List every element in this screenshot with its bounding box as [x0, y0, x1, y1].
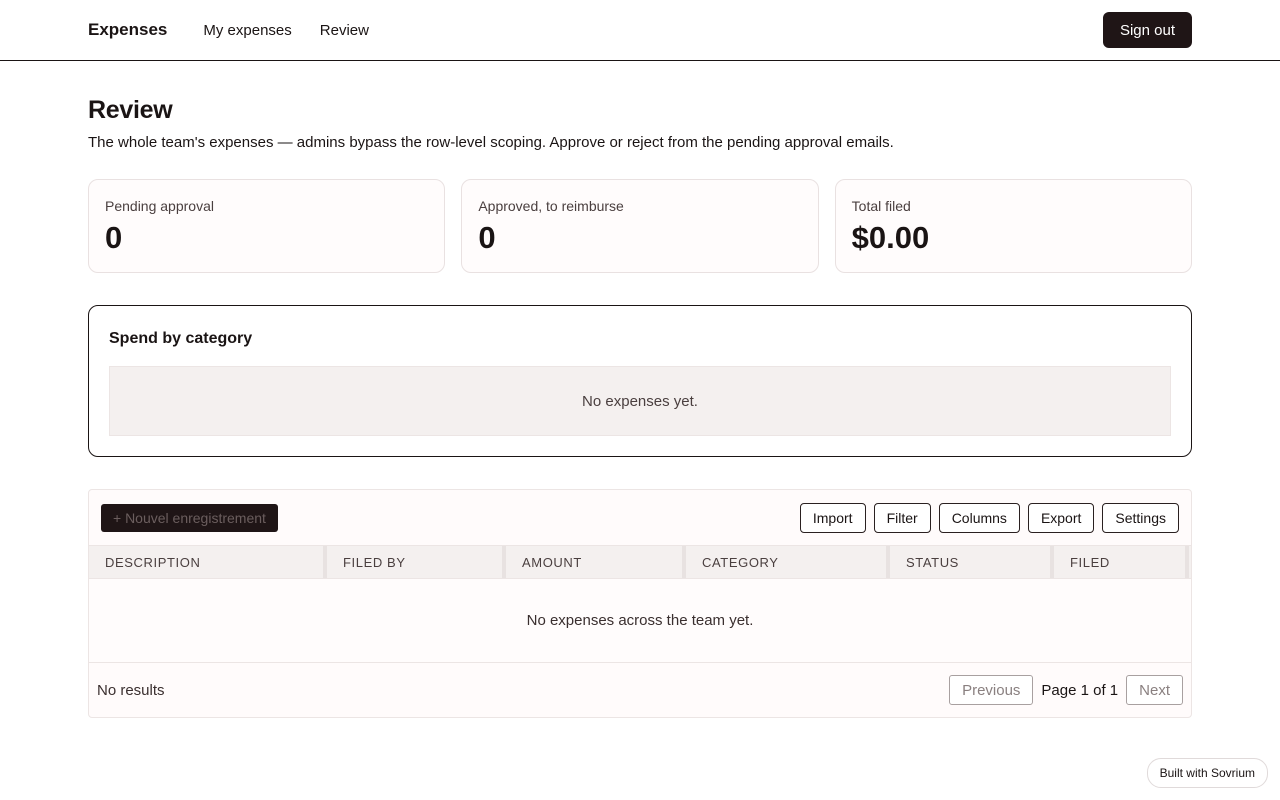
category-empty-state: No expenses yet.	[109, 366, 1171, 436]
results-count: No results	[97, 681, 165, 699]
stat-label: Approved, to reimburse	[478, 198, 624, 214]
columns-button[interactable]: Columns	[938, 502, 1020, 533]
built-with-badge[interactable]: Built with Sovrium	[1146, 758, 1268, 788]
stat-label: Pending approval	[105, 198, 214, 214]
panel-title: Spend by category	[109, 330, 253, 347]
new-record-button[interactable]: + Nouvel enregistrement	[101, 503, 278, 532]
column-header-description[interactable]: DESCRIPTION	[89, 546, 327, 578]
nav-my-expenses[interactable]: My expenses	[203, 22, 291, 39]
page-indicator: Page 1 of 1	[1041, 681, 1119, 699]
sign-out-button[interactable]: Sign out	[1102, 12, 1192, 48]
previous-page-button[interactable]: Previous	[949, 675, 1034, 705]
table-empty-state: No expenses across the team yet.	[89, 579, 1191, 663]
table-header: DESCRIPTION FILED BY AMOUNT CATEGORY STA…	[89, 545, 1191, 579]
column-header-filed[interactable]: FILED	[1054, 546, 1189, 578]
stat-value: $0.00	[851, 220, 930, 255]
column-header-filed-by[interactable]: FILED BY	[327, 546, 506, 578]
stat-card-pending: Pending approval 0	[88, 179, 446, 273]
main-content: Review The whole team's expenses — admin…	[0, 96, 1280, 718]
expenses-table-card: + Nouvel enregistrement Import Filter Co…	[88, 489, 1192, 718]
page-title: Review	[88, 96, 173, 124]
column-header-amount[interactable]: AMOUNT	[506, 546, 686, 578]
brand-title[interactable]: Expenses	[88, 20, 167, 40]
settings-button[interactable]: Settings	[1102, 502, 1179, 533]
import-button[interactable]: Import	[799, 502, 866, 533]
column-header-status[interactable]: STATUS	[890, 546, 1054, 578]
filter-button[interactable]: Filter	[873, 502, 931, 533]
top-navigation-bar: Expenses My expenses Review Sign out	[0, 0, 1280, 61]
table-toolbar: + Nouvel enregistrement Import Filter Co…	[89, 490, 1191, 545]
stat-value: 0	[105, 220, 123, 255]
stats-row: Pending approval 0 Approved, to reimburs…	[88, 179, 1192, 273]
spend-by-category-panel: Spend by category No expenses yet.	[88, 305, 1192, 457]
next-page-button[interactable]: Next	[1126, 675, 1183, 705]
column-header-category[interactable]: CATEGORY	[686, 546, 890, 578]
export-button[interactable]: Export	[1027, 502, 1095, 533]
nav-review[interactable]: Review	[320, 22, 369, 39]
page-subtitle: The whole team's expenses — admins bypas…	[88, 134, 894, 151]
stat-value: 0	[478, 220, 496, 255]
stat-label: Total filed	[851, 198, 911, 214]
stat-card-total: Total filed $0.00	[834, 179, 1192, 273]
table-footer: No results Previous Page 1 of 1 Next	[89, 663, 1191, 717]
stat-card-approved: Approved, to reimburse 0	[461, 179, 819, 273]
